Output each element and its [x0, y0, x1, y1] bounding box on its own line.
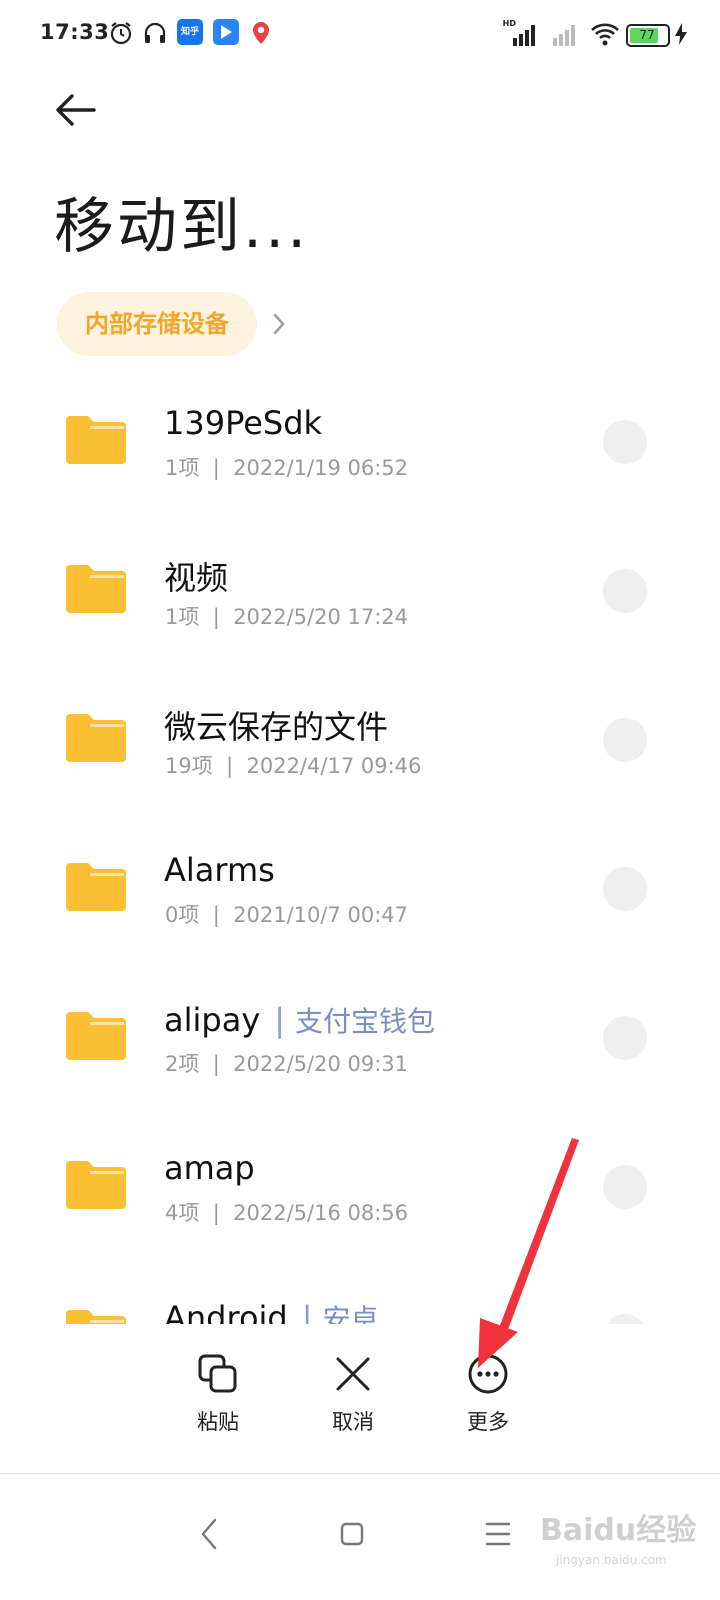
folder-meta: 1项 | 2022/5/20 17:24 — [165, 605, 409, 629]
folder-row[interactable]: 139PeSdk 1项 | 2022/1/19 06:52 — [0, 366, 720, 515]
nav-back-icon[interactable] — [180, 1504, 240, 1564]
battery-icon: 77 — [626, 24, 670, 47]
folder-icon — [66, 863, 126, 911]
folder-tag: 安卓 — [322, 1303, 379, 1324]
select-radio[interactable] — [603, 718, 647, 762]
folder-icon — [66, 1310, 126, 1324]
more-icon — [468, 1354, 508, 1394]
headphones-icon — [144, 22, 166, 43]
hd-label: HD — [502, 19, 516, 28]
folder-icon — [66, 714, 126, 762]
select-radio[interactable] — [603, 1165, 647, 1209]
folder-row[interactable]: alipay | 支付宝钱包 2项 | 2022/5/20 09:31 — [0, 962, 720, 1111]
folder-meta: 19项 | 2022/4/17 09:46 — [165, 754, 422, 778]
folder-meta: 4项 | 2022/5/16 08:56 — [165, 1201, 409, 1225]
folder-meta: 2项 | 2022/5/20 09:31 — [165, 1052, 409, 1076]
select-radio[interactable] — [603, 1016, 647, 1060]
charging-icon — [675, 23, 687, 45]
cancel-label: 取消 — [332, 1410, 374, 1434]
folder-name: 139PeSdk — [164, 404, 323, 442]
folder-row[interactable]: 视频 1项 | 2022/5/20 17:24 — [0, 515, 720, 664]
watermark-logo: Baidu经验 — [540, 1513, 697, 1548]
paste-button[interactable]: 粘贴 — [168, 1352, 268, 1452]
nav-menu-icon[interactable] — [468, 1504, 528, 1564]
back-arrow-icon[interactable] — [50, 88, 106, 132]
folder-name: Alarms — [164, 851, 275, 889]
more-button[interactable]: 更多 — [438, 1352, 538, 1452]
folder-meta: 0项 | 2021/10/7 00:47 — [165, 903, 409, 927]
folder-name: Android | 安卓 — [164, 1298, 379, 1324]
folder-row[interactable]: amap 4项 | 2022/5/16 08:56 — [0, 1111, 720, 1260]
folder-row[interactable]: Android | 安卓 — [0, 1260, 720, 1324]
folder-icon — [66, 1161, 126, 1209]
folder-icon — [66, 416, 126, 464]
folder-tag: 支付宝钱包 — [295, 1005, 436, 1038]
select-radio[interactable] — [603, 1314, 647, 1324]
close-icon — [336, 1357, 370, 1391]
folder-name: alipay | 支付宝钱包 — [164, 1001, 436, 1039]
more-label: 更多 — [467, 1410, 509, 1434]
folder-meta: 1项 | 2022/1/19 06:52 — [165, 456, 409, 480]
folder-row[interactable]: 微云保存的文件 19项 | 2022/4/17 09:46 — [0, 664, 720, 813]
select-radio[interactable] — [603, 569, 647, 613]
blue-app-icon — [213, 19, 239, 45]
wifi-icon — [591, 23, 619, 46]
breadcrumb-internal-storage[interactable]: 内部存储设备 — [57, 292, 257, 356]
folder-row[interactable]: Alarms 0项 | 2021/10/7 00:47 — [0, 813, 720, 962]
paste-icon — [198, 1354, 237, 1393]
nav-home-icon[interactable] — [322, 1504, 382, 1564]
battery-label: 77 — [639, 28, 655, 42]
signal-weak-icon — [553, 25, 575, 46]
status-bar: 17:33 知乎 HD 77 — [0, 0, 720, 70]
page-title: 移动到... — [54, 192, 310, 262]
alarm-icon — [110, 22, 132, 45]
action-bar: 粘贴 取消 更多 — [0, 1330, 720, 1470]
chevron-right-icon — [273, 313, 285, 335]
folder-icon — [66, 1012, 126, 1060]
name-separator: | — [301, 1299, 313, 1324]
zhihu-icon: 知乎 — [177, 19, 203, 45]
folder-name: amap — [164, 1149, 255, 1187]
name-separator: | — [274, 1001, 286, 1039]
select-radio[interactable] — [603, 420, 647, 464]
paste-label: 粘贴 — [197, 1410, 239, 1434]
folder-list[interactable]: 139PeSdk 1项 | 2022/1/19 06:52 视频 1项 | 20… — [0, 366, 720, 1324]
folder-icon — [66, 565, 126, 613]
location-app-icon — [253, 22, 269, 44]
folder-name: 微云保存的文件 — [164, 708, 389, 746]
cancel-button[interactable]: 取消 — [303, 1352, 403, 1452]
folder-name: 视频 — [164, 559, 229, 597]
watermark-url: jingyan.baidu.com — [556, 1553, 667, 1567]
select-radio[interactable] — [603, 867, 647, 911]
status-time: 17:33 — [40, 20, 110, 44]
